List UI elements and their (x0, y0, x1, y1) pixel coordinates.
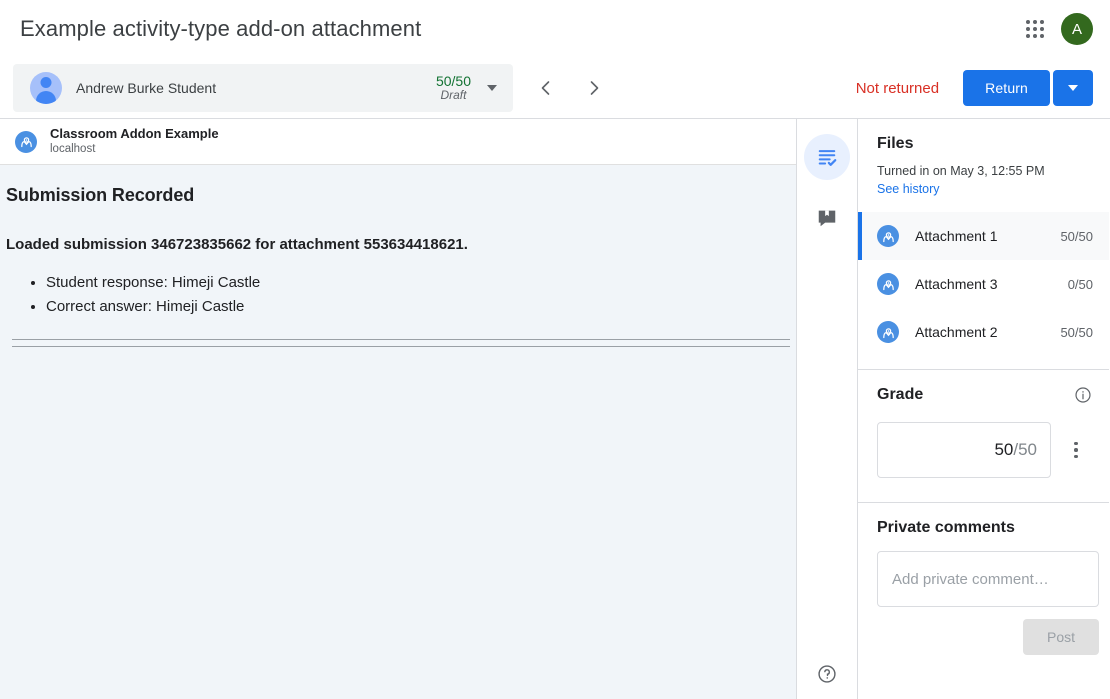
attachment-name: Attachment 1 (915, 228, 1060, 244)
list-item: Student response: Himeji Castle (46, 271, 796, 295)
return-actions: Not returned Return (856, 70, 1110, 106)
list-item: Correct answer: Himeji Castle (46, 295, 796, 319)
private-comments-section: Private comments Add private comment… Po… (858, 519, 1109, 655)
side-icon-rail (797, 119, 858, 699)
see-history-link[interactable]: See history (877, 182, 940, 196)
addon-identity: Classroom Addon Example localhost (50, 126, 219, 157)
attachment-row-1[interactable]: Attachment 1 50/50 (858, 212, 1109, 260)
student-selector[interactable]: Andrew Burke Student 50/50 Draft (13, 64, 513, 112)
help-icon[interactable] (810, 657, 844, 691)
addon-iframe-header: Classroom Addon Example localhost (0, 119, 796, 165)
page-title: Example activity-type add-on attachment (20, 16, 421, 42)
addon-title: Classroom Addon Example (50, 126, 219, 142)
submission-bullets: Student response: Himeji Castle Correct … (6, 271, 796, 319)
attachment-name: Attachment 3 (915, 276, 1068, 292)
submission-detail: Loaded submission 346723835662 for attac… (6, 236, 796, 253)
assignment-icon[interactable] (804, 134, 850, 180)
private-comments-heading: Private comments (877, 519, 1109, 537)
previous-student-button[interactable] (529, 71, 563, 105)
comment-bank-icon[interactable] (804, 195, 850, 241)
post-button[interactable]: Post (1023, 619, 1099, 655)
addon-content: Submission Recorded Loaded submission 34… (0, 165, 796, 699)
divider (858, 502, 1109, 503)
grading-sidebar: Files Turned in on May 3, 12:55 PM See h… (858, 119, 1109, 699)
files-section: Files Turned in on May 3, 12:55 PM See h… (858, 135, 1109, 198)
grade-header: Grade (877, 386, 1109, 404)
divider (12, 339, 790, 340)
turned-in-timestamp: Turned in on May 3, 12:55 PM (877, 164, 1109, 178)
divider-group (12, 339, 790, 347)
grade-input-row: 50/50 (877, 422, 1109, 478)
attachment-name: Attachment 2 (915, 324, 1060, 340)
addon-host: localhost (50, 142, 219, 156)
addon-attachment-icon (877, 321, 899, 343)
attachment-grade: 0/50 (1068, 277, 1093, 292)
student-name: Andrew Burke Student (76, 80, 436, 96)
student-avatar-icon (30, 72, 62, 104)
addon-logo-icon (15, 131, 37, 153)
avatar[interactable]: A (1061, 13, 1093, 45)
addon-attachment-icon (877, 225, 899, 247)
attachment-row-2[interactable]: Attachment 3 0/50 (858, 260, 1109, 308)
chevron-down-icon[interactable] (487, 85, 497, 91)
submission-heading: Submission Recorded (6, 185, 796, 206)
addon-iframe-pane: Classroom Addon Example localhost Submis… (0, 119, 797, 699)
student-toolbar: Andrew Burke Student 50/50 Draft Not ret… (0, 58, 1110, 119)
student-score-block: 50/50 Draft (436, 73, 471, 103)
header-actions: A (1023, 13, 1110, 45)
addon-attachment-icon (877, 273, 899, 295)
status-badge: Not returned (856, 80, 939, 97)
more-vert-icon[interactable] (1056, 430, 1096, 470)
student-state: Draft (436, 89, 471, 103)
post-row: Post (877, 619, 1099, 655)
divider (12, 346, 790, 347)
attachment-grade: 50/50 (1060, 325, 1093, 340)
grade-heading: Grade (877, 386, 1074, 404)
info-icon[interactable] (1074, 386, 1092, 404)
attachment-grade: 50/50 (1060, 229, 1093, 244)
student-score: 50/50 (436, 73, 471, 89)
return-button[interactable]: Return (963, 70, 1050, 106)
attachment-list: Attachment 1 50/50 Attachment 3 0/50 (858, 212, 1109, 356)
apps-grid-icon[interactable] (1023, 17, 1047, 41)
grade-max: /50 (1013, 440, 1037, 460)
private-comment-placeholder: Add private comment… (892, 571, 1049, 588)
student-navigation (529, 71, 611, 105)
grade-input[interactable]: 50/50 (877, 422, 1051, 478)
body-area: Classroom Addon Example localhost Submis… (0, 119, 1110, 699)
app-header: Example activity-type add-on attachment … (0, 0, 1110, 58)
next-student-button[interactable] (577, 71, 611, 105)
return-dropdown-button[interactable] (1053, 70, 1093, 106)
private-comment-input[interactable]: Add private comment… (877, 551, 1099, 607)
files-heading: Files (877, 135, 1109, 153)
grade-value: 50 (994, 440, 1013, 460)
attachment-row-3[interactable]: Attachment 2 50/50 (858, 308, 1109, 356)
divider (858, 369, 1109, 370)
grade-section: Grade 50/50 (858, 386, 1109, 478)
